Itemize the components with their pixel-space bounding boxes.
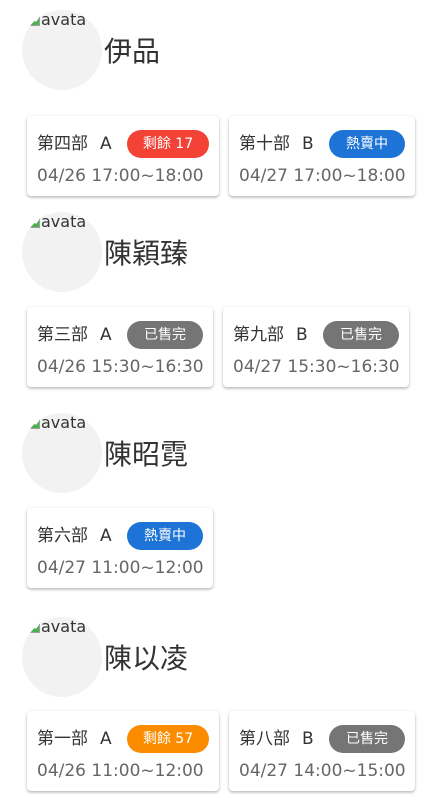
- avatar: avata: [22, 10, 102, 90]
- avatar-broken-image: avata: [28, 214, 86, 232]
- show-zone: B: [296, 325, 308, 345]
- show-part: 第一部: [37, 729, 88, 749]
- show-part: 第九部: [233, 325, 284, 345]
- status-badge: 剩餘 57: [127, 725, 209, 753]
- show-card[interactable]: 第九部 B 已售完 04/27 15:30~16:30: [223, 307, 409, 387]
- show-zone: A: [100, 526, 112, 546]
- avatar: avata: [22, 212, 102, 292]
- avatar-broken-image: avata: [28, 415, 86, 433]
- artist-name: 陳以凌: [104, 642, 189, 675]
- show-title: 第八部 B: [239, 728, 314, 750]
- avatar-alt-text: avata: [41, 212, 87, 231]
- avatar: avata: [22, 413, 102, 493]
- avatar: avata: [22, 617, 102, 697]
- show-title: 第一部 A: [37, 728, 112, 750]
- show-part: 第四部: [37, 134, 88, 154]
- show-part: 第八部: [239, 729, 290, 749]
- avatar-broken-image: avata: [28, 619, 86, 637]
- show-title: 第九部 B: [233, 324, 308, 346]
- show-card[interactable]: 第六部 A 熱賣中 04/27 11:00~12:00: [27, 508, 213, 588]
- status-badge: 熱賣中: [329, 130, 405, 158]
- show-part: 第六部: [37, 526, 88, 546]
- broken-image-icon: [28, 12, 40, 26]
- show-card[interactable]: 第八部 B 已售完 04/27 14:00~15:00: [229, 711, 415, 791]
- show-time: 04/27 17:00~18:00: [239, 166, 406, 186]
- artist-name: 伊品: [104, 35, 161, 68]
- show-time: 04/27 11:00~12:00: [37, 558, 204, 578]
- avatar-alt-text: avata: [41, 413, 87, 432]
- artist-name: 陳穎臻: [104, 237, 189, 270]
- show-zone: A: [100, 729, 112, 749]
- broken-image-icon: [28, 415, 40, 429]
- show-card[interactable]: 第十部 B 熱賣中 04/27 17:00~18:00: [229, 116, 415, 196]
- broken-image-icon: [28, 214, 40, 228]
- avatar-alt-text: avata: [41, 10, 87, 29]
- artist-header: avata 陳以凌: [22, 617, 422, 697]
- artist-header: avata 陳昭霓: [22, 413, 422, 493]
- show-card[interactable]: 第三部 A 已售完 04/26 15:30~16:30: [27, 307, 213, 387]
- status-badge: 已售完: [329, 725, 405, 753]
- show-title: 第四部 A: [37, 133, 112, 155]
- broken-image-icon: [28, 619, 40, 633]
- show-card[interactable]: 第四部 A 剩餘 17 04/26 17:00~18:00: [27, 116, 219, 196]
- show-zone: B: [302, 729, 314, 749]
- show-title: 第三部 A: [37, 324, 112, 346]
- show-zone: A: [100, 325, 112, 345]
- status-badge: 已售完: [127, 321, 203, 349]
- avatar-broken-image: avata: [28, 12, 86, 30]
- artist-header: avata 伊品: [22, 10, 422, 90]
- show-time: 04/27 15:30~16:30: [233, 357, 400, 377]
- artist-show-list: avata 伊品 第四部 A 剩餘 17 04/26 17:00~18:00 第十…: [0, 0, 442, 812]
- status-badge: 熱賣中: [127, 522, 203, 550]
- show-time: 04/26 17:00~18:00: [37, 166, 204, 186]
- show-title: 第十部 B: [239, 133, 314, 155]
- show-part: 第十部: [239, 134, 290, 154]
- artist-header: avata 陳穎臻: [22, 212, 422, 292]
- status-badge: 剩餘 17: [127, 130, 209, 158]
- show-zone: B: [302, 134, 314, 154]
- show-time: 04/26 15:30~16:30: [37, 357, 204, 377]
- status-badge: 已售完: [323, 321, 399, 349]
- show-card[interactable]: 第一部 A 剩餘 57 04/26 11:00~12:00: [27, 711, 219, 791]
- show-time: 04/27 14:00~15:00: [239, 761, 406, 781]
- show-time: 04/26 11:00~12:00: [37, 761, 204, 781]
- show-part: 第三部: [37, 325, 88, 345]
- show-zone: A: [100, 134, 112, 154]
- avatar-alt-text: avata: [41, 617, 87, 636]
- artist-name: 陳昭霓: [104, 438, 189, 471]
- show-title: 第六部 A: [37, 525, 112, 547]
